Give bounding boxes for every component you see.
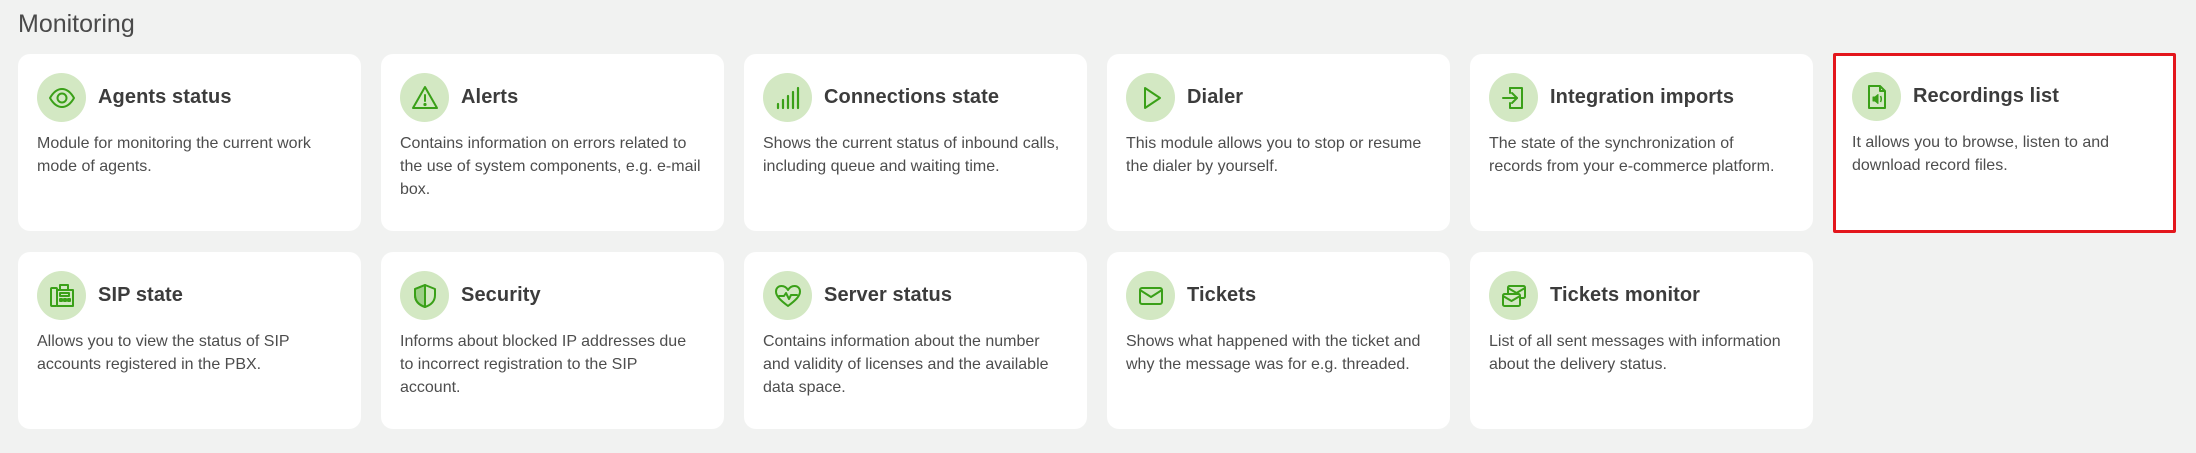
card-header: Integration imports <box>1489 73 1794 122</box>
card-title: Security <box>461 284 541 306</box>
card-description: It allows you to browse, listen to and d… <box>1852 134 2110 174</box>
card-sip-state[interactable]: SIP state Allows you to view the status … <box>18 252 361 429</box>
card-header: Dialer <box>1126 73 1431 122</box>
card-header: Alerts <box>400 73 705 122</box>
card-title: Server status <box>824 284 953 306</box>
card-description: List of all sent messages with informati… <box>1489 333 1781 373</box>
card-agents-status[interactable]: Agents status Module for monitoring the … <box>18 54 361 231</box>
card-description: The state of the synchronization of reco… <box>1489 135 1775 175</box>
card-title: Agents status <box>98 86 232 108</box>
signal-bars-icon <box>763 73 812 122</box>
card-description: Contains information on errors related t… <box>400 135 701 198</box>
card-description: Shows the current status of inbound call… <box>763 135 1060 175</box>
card-header: SIP state <box>37 271 342 320</box>
shield-icon <box>400 271 449 320</box>
warning-triangle-icon <box>400 73 449 122</box>
card-header: Server status <box>763 271 1068 320</box>
card-tickets[interactable]: Tickets Shows what happened with the tic… <box>1107 252 1450 429</box>
fax-icon <box>37 271 86 320</box>
card-server-status[interactable]: Server status Contains information about… <box>744 252 1087 429</box>
envelope-icon <box>1126 271 1175 320</box>
card-description: Shows what happened with the ticket and … <box>1126 333 1421 373</box>
audio-file-icon <box>1852 72 1901 121</box>
card-description: Contains information about the number an… <box>763 333 1049 396</box>
card-title: Connections state <box>824 86 1000 108</box>
module-grid: Agents status Module for monitoring the … <box>18 53 2176 429</box>
card-title: Integration imports <box>1550 86 1735 108</box>
heart-pulse-icon <box>763 271 812 320</box>
card-alerts[interactable]: Alerts Contains information on errors re… <box>381 54 724 231</box>
import-icon <box>1489 73 1538 122</box>
card-description: Allows you to view the status of SIP acc… <box>37 333 290 373</box>
card-title: Tickets <box>1187 284 1257 306</box>
play-icon <box>1126 73 1175 122</box>
card-header: Connections state <box>763 73 1068 122</box>
card-title: Recordings list <box>1913 85 2059 107</box>
card-title: SIP state <box>98 284 184 306</box>
card-tickets-monitor[interactable]: Tickets monitor List of all sent message… <box>1470 252 1813 429</box>
card-dialer[interactable]: Dialer This module allows you to stop or… <box>1107 54 1450 231</box>
page-title: Monitoring <box>18 10 135 38</box>
card-header: Agents status <box>37 73 342 122</box>
card-header: Tickets <box>1126 271 1431 320</box>
card-header: Tickets monitor <box>1489 271 1794 320</box>
card-header: Recordings list <box>1852 72 2157 121</box>
card-security[interactable]: Security Informs about blocked IP addres… <box>381 252 724 429</box>
card-title: Alerts <box>461 86 519 108</box>
card-title: Dialer <box>1187 86 1244 108</box>
card-connections-state[interactable]: Connections state Shows the current stat… <box>744 54 1087 231</box>
card-description: Module for monitoring the current work m… <box>37 135 311 175</box>
card-header: Security <box>400 271 705 320</box>
envelope-monitor-icon <box>1489 271 1538 320</box>
eye-icon <box>37 73 86 122</box>
card-integration-imports[interactable]: Integration imports The state of the syn… <box>1470 54 1813 231</box>
card-description: Informs about blocked IP addresses due t… <box>400 333 687 396</box>
card-title: Tickets monitor <box>1550 284 1701 306</box>
card-description: This module allows you to stop or resume… <box>1126 135 1422 175</box>
card-recordings-list[interactable]: Recordings list It allows you to browse,… <box>1833 53 2176 233</box>
